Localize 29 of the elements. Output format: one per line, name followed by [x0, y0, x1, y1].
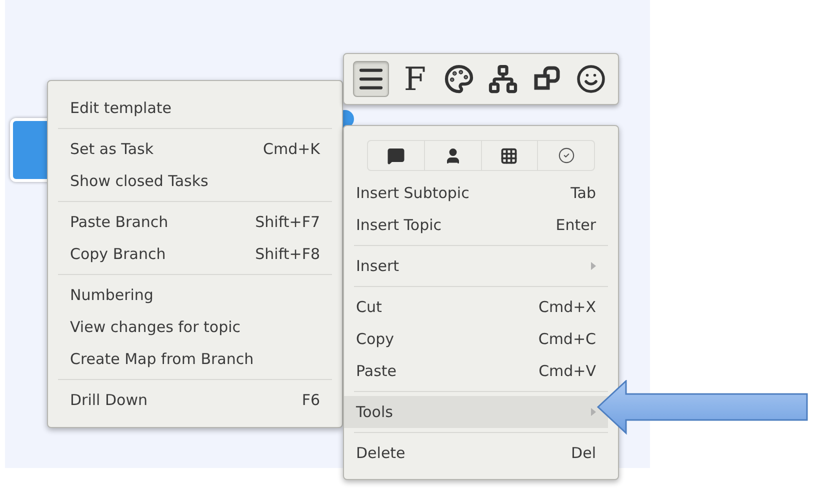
menu-item[interactable]: Edit template — [48, 92, 342, 124]
palette-icon — [444, 64, 474, 94]
menu-item[interactable]: Insert Subtopic Tab — [344, 177, 608, 209]
submenu-arrow-icon — [591, 408, 596, 416]
menu-item[interactable]: Paste Cmd+V — [344, 355, 608, 387]
submenu-arrow-icon — [591, 262, 596, 270]
menu-item[interactable]: Set as Task Cmd+K — [48, 133, 342, 165]
menu-item[interactable]: Delete Del — [344, 437, 608, 469]
menu-item[interactable]: Paste Branch Shift+F7 — [48, 206, 342, 238]
menu-item[interactable]: Tools — [344, 396, 608, 428]
menu-item[interactable]: Numbering — [48, 279, 342, 311]
overlapping-squares-icon — [533, 65, 561, 93]
smiley-icon — [576, 64, 606, 94]
menu-item[interactable]: Insert — [344, 250, 608, 282]
hierarchy-icon — [488, 64, 518, 94]
menu-item[interactable]: Drill Down F6 — [48, 384, 342, 416]
check-circle-icon — [558, 147, 575, 164]
menu-item[interactable]: Copy Cmd+C — [344, 323, 608, 355]
menu-item[interactable]: Show closed Tasks — [48, 165, 342, 197]
menu-item[interactable]: Insert Topic Enter — [344, 209, 608, 241]
comment-icon — [386, 146, 405, 164]
menu-item[interactable]: Copy Branch Shift+F8 — [48, 238, 342, 270]
toolbar-button[interactable] — [353, 61, 389, 97]
toolbar-button[interactable]: F — [397, 61, 433, 97]
grid-icon — [500, 146, 518, 164]
font-icon: F — [404, 63, 426, 95]
menu-item[interactable]: Create Map from Branch — [48, 343, 342, 375]
menu-item[interactable]: Cut Cmd+X — [344, 291, 608, 323]
menu-item[interactable]: View changes for topic — [48, 311, 342, 343]
